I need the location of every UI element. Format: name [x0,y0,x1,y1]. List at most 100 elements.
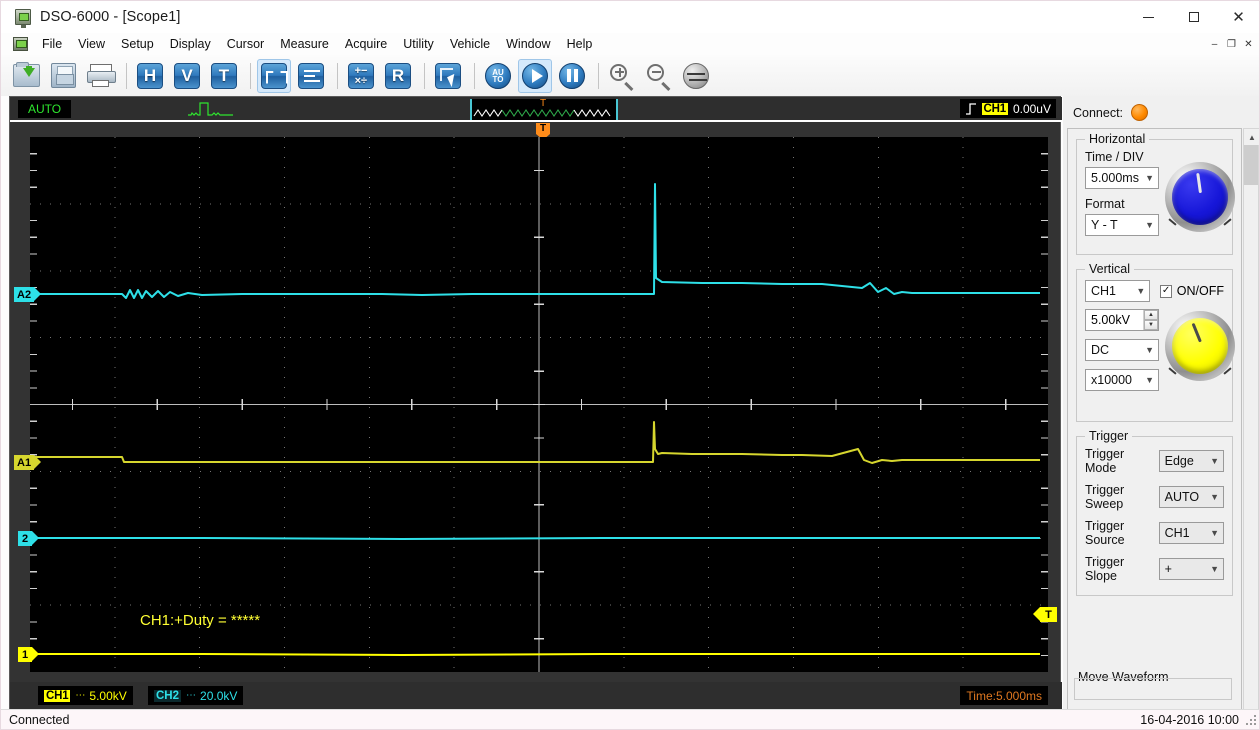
toolbar-separator [337,62,338,89]
trigger-sweep-row: Trigger Sweep AUTO ▼ [1085,483,1224,511]
toolbar-separator [424,62,425,89]
print-button[interactable] [83,59,117,93]
trigger-mode-label: Trigger Mode [1085,447,1125,475]
mdi-minimize-button[interactable]: – [1206,36,1223,53]
open-folder-button[interactable] [9,59,43,93]
vertical-channel-select[interactable]: CH1 ▼ [1085,280,1151,302]
minimize-button[interactable] [1126,1,1171,33]
zoom-in-button[interactable] [605,59,639,93]
trigger-slope-select[interactable]: + ▼ [1158,558,1224,580]
panel-scroll-host: Horizontal Time / DIV 5.000ms ▼ Format Y… [1063,128,1259,711]
scale-up-arrow[interactable]: ▲ [1144,310,1158,320]
run-button[interactable] [518,58,552,93]
letter-t-icon: T [211,62,237,89]
waveform-grid[interactable]: CH1:+Duty = ***** [30,137,1048,672]
auto-circle-icon: AU TO [485,62,511,89]
scope-divider [10,120,1062,122]
marker-trigger-level-label: T [1045,608,1052,621]
measure-list-button[interactable] [294,59,328,93]
acquire-mode-indicator[interactable]: AUTO [18,100,71,118]
marker-ch1[interactable]: 1 [18,647,39,662]
menu-item-acquire[interactable]: Acquire [337,34,395,54]
channel-onoff-label: ON/OFF [1176,284,1224,298]
marker-a2[interactable]: A2 [14,287,41,302]
toolbar-separator [126,62,127,89]
zoom-out-button[interactable] [642,59,676,93]
vertical-scale-value: 5.00kV [1091,313,1130,327]
trigger-slope-row: Trigger Slope + ▼ [1085,555,1224,583]
menu-item-window[interactable]: Window [498,34,558,54]
ch1-footer-badge[interactable]: CH1 ⋯ 5.00kV [38,686,133,705]
menu-item-setup[interactable]: Setup [113,34,162,54]
trigger-source-value: CH1 [1164,526,1190,540]
ch2-footer-badge[interactable]: CH2 ⋯ 20.0kV [148,686,244,705]
menu-item-display[interactable]: Display [162,34,219,54]
vertical-position-knob[interactable] [1165,311,1235,381]
scrollbar-thumb[interactable] [1244,145,1258,185]
menu-item-view[interactable]: View [70,34,113,54]
marker-a1[interactable]: A1 [14,455,41,470]
panel-scrollbar[interactable]: ▲ [1243,128,1259,711]
menu-item-utility[interactable]: Utility [395,34,442,54]
marker-ch1-label: 1 [21,648,29,661]
horizontal-button[interactable]: H [133,59,167,93]
play-icon [522,62,548,89]
swap-button[interactable] [679,59,713,93]
coupling-select[interactable]: DC ▼ [1085,339,1159,361]
menu-item-vehicle[interactable]: Vehicle [442,34,498,54]
marker-ch2[interactable]: 2 [18,531,39,546]
time-div-value: 5.000ms [1091,171,1139,185]
scope-window: AUTO T CH1 0.00uV T CH1:+Duty = ***** A2… [9,96,1062,711]
trace-ch2-ref [30,537,1040,540]
chevron-down-icon: ▼ [1145,375,1154,385]
trigger-level-badge[interactable]: CH1 0.00uV [959,99,1056,118]
connect-status-led[interactable] [1131,104,1149,121]
ch2-coupling-icon: ⋯ [186,690,196,701]
trigger-mode-value: Edge [1164,454,1194,468]
waveform-preview[interactable]: T [470,98,618,120]
trigger-slope-value: + [1164,562,1172,576]
resize-grip-icon[interactable] [1246,715,1258,727]
trigger-source-select[interactable]: CH1 ▼ [1158,522,1224,544]
timebase-footer-badge[interactable]: Time:5.000ms [960,686,1048,705]
control-panel: Connect: Horizontal Time / DIV 5.000ms ▼ [1063,96,1259,711]
toolbar-separator [598,62,599,89]
maximize-button[interactable] [1171,1,1216,33]
scale-down-arrow[interactable]: ▼ [1144,320,1158,330]
trigger-mode-select[interactable]: Edge ▼ [1158,450,1224,472]
move-waveform-group[interactable] [1074,678,1232,700]
math-button[interactable]: +− ×÷ [344,59,378,93]
rising-edge-icon [965,102,976,115]
menu-item-help[interactable]: Help [559,34,601,54]
menu-item-measure[interactable]: Measure [272,34,337,54]
pause-button[interactable] [555,59,589,93]
status-bar: Connected 16-04-2016 10:00 [1,709,1259,729]
menu-item-file[interactable]: File [34,34,70,54]
menu-item-cursor[interactable]: Cursor [219,34,273,54]
trigger-group: Trigger Trigger Mode Edge ▼ Trigger Swee… [1076,429,1233,596]
horizontal-position-knob[interactable] [1165,162,1235,232]
waveform-button[interactable] [257,58,291,93]
channel-onoff-checkbox[interactable]: ✓ [1160,284,1172,298]
trigger-button[interactable]: T [207,59,241,93]
chevron-down-icon: ▼ [1210,564,1219,574]
cursor-button[interactable] [431,59,465,93]
scroll-up-arrow[interactable]: ▲ [1244,129,1259,145]
format-select[interactable]: Y - T ▼ [1085,214,1159,236]
vertical-scale-stepper[interactable]: 5.00kV ▲ ▼ [1085,309,1159,331]
save-button[interactable] [46,59,80,93]
close-button[interactable]: ✕ [1216,1,1259,33]
time-div-select[interactable]: 5.000ms ▼ [1085,167,1159,189]
mdi-restore-button[interactable]: ❐ [1223,36,1240,53]
marker-trigger-level[interactable]: T [1033,607,1057,622]
vertical-button[interactable]: V [170,59,204,93]
mdi-child-icon [13,37,28,51]
probe-select[interactable]: x10000 ▼ [1085,369,1159,391]
menu-bar: File View Setup Display Cursor Measure A… [1,33,1259,55]
mdi-close-button[interactable]: ✕ [1240,36,1257,53]
ch2-scale: 20.0kV [200,688,238,703]
autoset-button[interactable]: AU TO [481,59,515,93]
reference-button[interactable]: R [381,59,415,93]
mdi-window-controls: – ❐ ✕ [1206,36,1257,53]
trigger-sweep-select[interactable]: AUTO ▼ [1158,486,1224,508]
